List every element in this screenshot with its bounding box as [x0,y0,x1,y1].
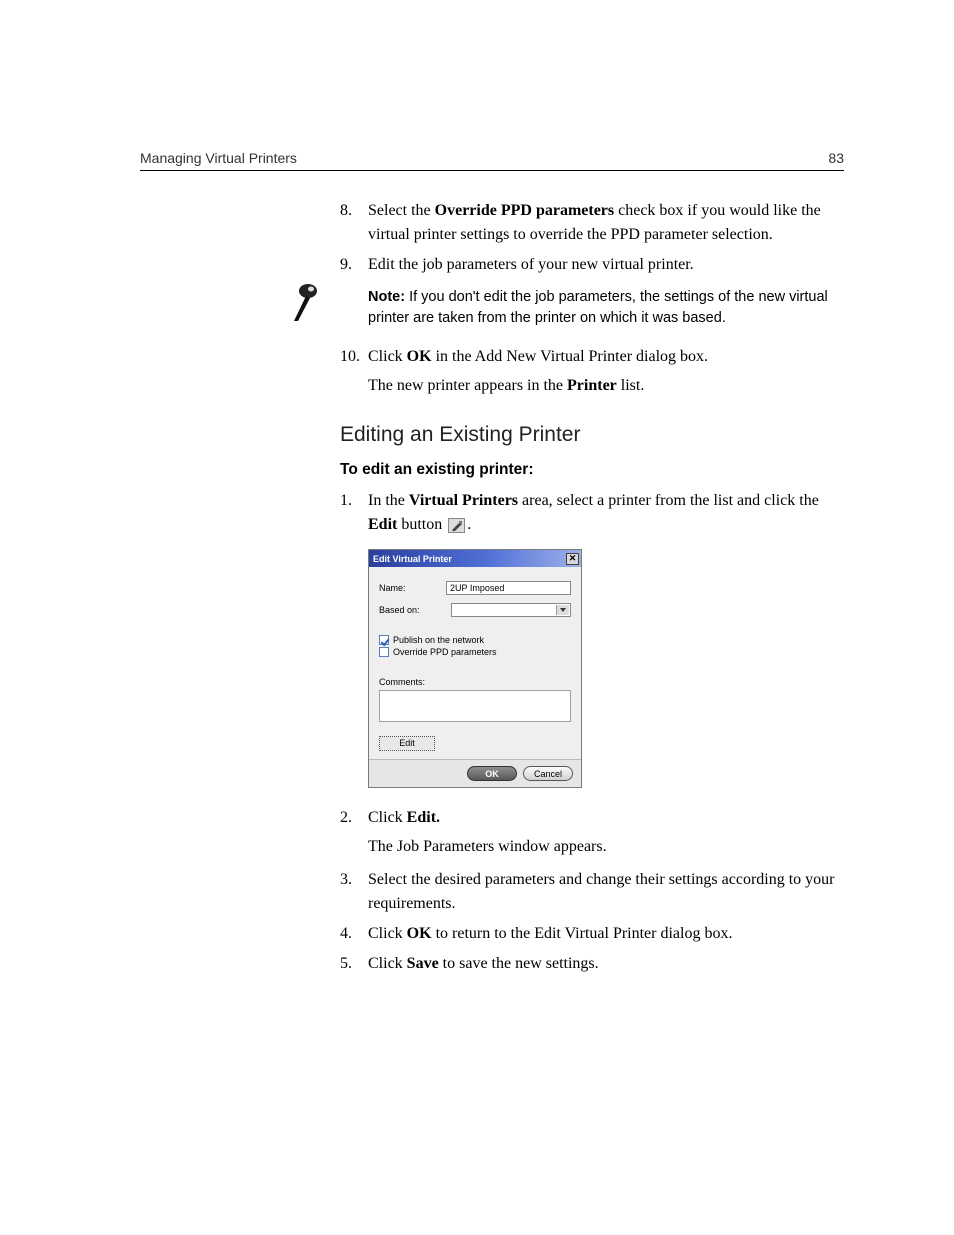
step-number: 4. [340,922,352,946]
step-10-result: The new printer appears in the Printer l… [368,377,844,395]
text-bold: Save [407,955,439,972]
text-bold: Virtual Printers [409,492,518,509]
text-bold: Printer [567,377,617,394]
step-8: 8. Select the Override PPD parameters ch… [340,199,844,247]
publish-checkbox[interactable] [379,635,389,645]
text: Select the desired parameters and change… [368,871,835,912]
text: Click [368,809,407,826]
text: Click [368,348,407,365]
text: . [467,516,471,533]
note-body: If you don't edit the job parameters, th… [368,289,828,326]
step-2-result: The Job Parameters window appears. [368,838,844,856]
page-header: Managing Virtual Printers 83 [140,150,844,171]
override-ppd-checkbox[interactable] [379,647,389,657]
section-heading: Editing an Existing Printer [340,423,844,447]
chapter-title: Managing Virtual Printers [140,150,297,166]
step-9: 9. Edit the job parameters of your new v… [340,253,844,329]
publish-label: Publish on the network [393,635,484,645]
step-10: 10. Click OK in the Add New Virtual Prin… [340,345,844,369]
text: In the [368,492,409,509]
procedure-lead: To edit an existing printer: [340,461,844,479]
text-bold: OK [407,925,432,942]
text: area, select a printer from the list and… [518,492,819,509]
step-number: 10. [340,345,360,369]
text-bold: Edit [368,516,397,533]
comments-label: Comments: [379,677,571,687]
note-label: Note: [368,289,405,305]
text: Click [368,925,407,942]
edit-virtual-printer-dialog: Edit Virtual Printer ✕ Name: Based on: P… [368,549,582,788]
override-ppd-label: Override PPD parameters [393,647,497,657]
text-bold: Edit. [407,809,440,826]
step-number: 3. [340,868,352,892]
text: to save the new settings. [439,955,599,972]
step-5: 5. Click Save to save the new settings. [340,952,844,976]
text: to return to the Edit Virtual Printer di… [432,925,733,942]
name-field[interactable] [446,581,571,595]
edit-button[interactable]: Edit [379,736,435,751]
dialog-title: Edit Virtual Printer [373,554,452,564]
step-number: 5. [340,952,352,976]
text-bold: OK [407,348,432,365]
based-on-select[interactable] [451,603,571,617]
text: list. [617,377,645,394]
text: Edit the job parameters of your new virt… [368,256,694,273]
note-callout: Note: If you don't edit the job paramete… [368,287,844,329]
text: Click [368,955,407,972]
text-bold: Override PPD parameters [435,202,614,219]
based-on-label: Based on: [379,605,451,615]
cancel-button[interactable]: Cancel [523,766,573,781]
text: Select the [368,202,435,219]
page-number: 83 [828,150,844,166]
step-number: 8. [340,199,352,223]
step-3: 3. Select the desired parameters and cha… [340,868,844,916]
text: button [397,516,446,533]
pushpin-icon [288,281,326,337]
step-4: 4. Click OK to return to the Edit Virtua… [340,922,844,946]
step-number: 1. [340,489,352,513]
name-label: Name: [379,583,446,593]
step-number: 2. [340,806,352,830]
close-icon[interactable]: ✕ [566,553,579,565]
step-number: 9. [340,253,352,277]
step-1: 1. In the Virtual Printers area, select … [340,489,844,537]
ok-button[interactable]: OK [467,766,517,781]
text: The new printer appears in the [368,377,567,394]
step-2: 2. Click Edit. [340,806,844,830]
edit-icon [448,518,465,533]
text: in the Add New Virtual Printer dialog bo… [432,348,708,365]
dialog-titlebar: Edit Virtual Printer ✕ [369,550,581,567]
comments-field[interactable] [379,690,571,722]
